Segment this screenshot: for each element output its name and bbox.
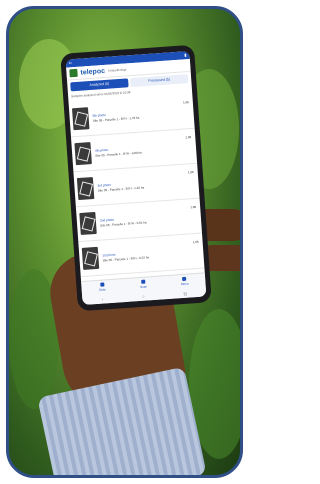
list-item[interactable]: 1st photo Site 05 - Parcelle 1 - B7H - 0.… [78,233,205,278]
back-icon[interactable]: ‹ [102,297,104,302]
home-icon[interactable]: ○ [142,294,145,299]
checkered-sleeve [37,366,207,475]
phone-screen: ▪▪ ▮ telepoc Telepathology Analyzed (5) P… [65,50,207,306]
photo-thumbnail [76,177,95,201]
scan-icon [141,279,146,284]
field-photo: ▪▪ ▮ telepoc Telepathology Analyzed (5) P… [6,6,243,478]
item-value: 1.06 [190,204,197,210]
item-value: 1.06 [192,239,199,245]
photo-thumbnail [74,142,92,166]
item-value: 1.06 [187,169,194,175]
item-value: 1.06 [182,100,189,105]
smartphone: ▪▪ ▮ telepoc Telepathology Analyzed (5) P… [60,44,212,312]
nav-menu-label: Menu [180,281,189,287]
brand-subtitle: Telepathology [107,67,127,73]
photo-list: 5th photo Site 05 - Parcelle 1 - B7H - 1.… [68,93,205,278]
recents-icon[interactable]: ||| [183,291,186,296]
app-logo-icon [69,68,78,78]
photo-frame: ▪▪ ▮ telepoc Telepathology Analyzed (5) P… [0,0,249,484]
photo-thumbnail [79,211,97,235]
menu-icon [182,276,187,281]
photo-thumbnail [71,107,90,131]
nav-scan-label: Scan [140,284,148,289]
item-value: 1.06 [185,135,192,140]
brand-name: telepoc [80,67,106,77]
data-icon [99,282,105,287]
nav-data-label: Data [99,287,106,292]
photo-thumbnail [81,246,100,270]
